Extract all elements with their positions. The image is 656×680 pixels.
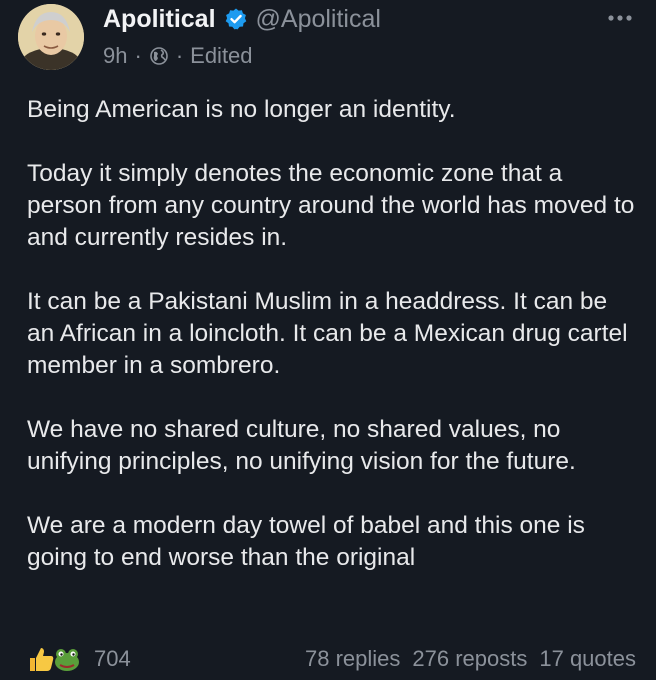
meta-separator: · [134,43,142,68]
quotes-count[interactable]: 17 quotes [539,646,636,672]
globe-icon [149,46,169,66]
more-options-icon[interactable] [606,8,634,28]
author-display-name[interactable]: Apolitical [103,5,216,34]
author-handle[interactable]: @Apolitical [256,5,381,34]
avatar[interactable] [18,4,84,70]
author-row: Apolitical @Apolitical [103,2,381,36]
verified-badge-icon [224,7,248,31]
post-stats: 78 replies 276 reposts 17 quotes [305,646,636,672]
post-paragraph: It can be a Pakistani Muslim in a headdr… [27,288,635,379]
reaction-count: 704 [94,646,131,671]
post-paragraph: Being American is no longer an identity. [27,96,456,123]
post-time[interactable]: 9h [103,43,127,69]
post-paragraph: Today it simply denotes the economic zon… [27,160,642,251]
post-paragraph: We have no shared culture, no shared val… [27,416,576,475]
post-card: Apolitical @Apolitical 9h · · Edited Bei… [0,0,656,680]
post-paragraph: We are a modern day towel of babel and t… [27,512,592,571]
replies-count[interactable]: 78 replies [305,646,400,672]
reposts-count[interactable]: 276 reposts [412,646,527,672]
reactions[interactable]: 704 [26,644,131,674]
edited-label[interactable]: Edited [190,43,252,69]
frog-icon [52,644,82,674]
post-body: Being American is no longer an identity.… [27,94,637,606]
post-footer: 704 78 replies 276 reposts 17 quotes [26,642,636,676]
meta-separator-2: · [175,43,184,68]
post-meta: 9h · · Edited [103,42,253,70]
